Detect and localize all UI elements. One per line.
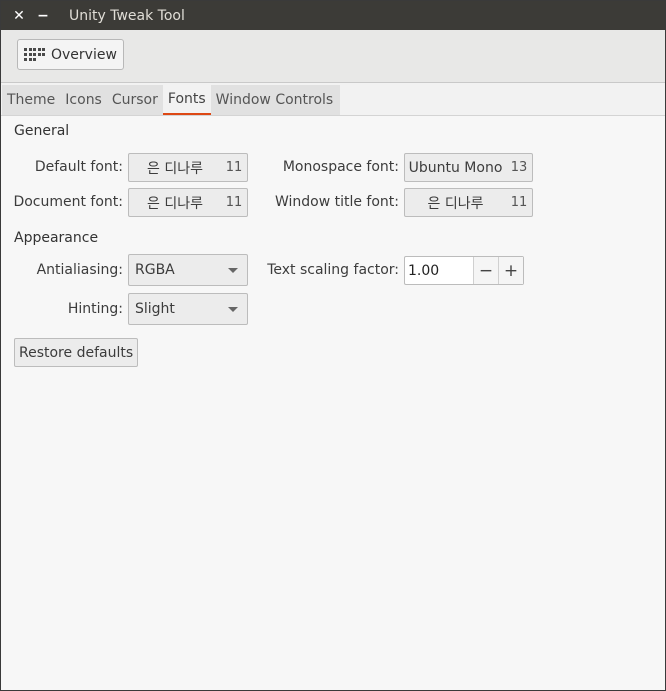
- tab-icons[interactable]: Icons: [60, 85, 107, 115]
- overview-button[interactable]: Overview: [17, 39, 124, 70]
- grid-icon: [24, 47, 46, 62]
- minimize-icon[interactable]: −: [33, 6, 53, 26]
- hinting-select[interactable]: Slight: [128, 293, 248, 325]
- hinting-value: Slight: [135, 301, 175, 317]
- increment-button[interactable]: +: [498, 257, 523, 284]
- toolbar: Overview: [1, 30, 665, 83]
- tab-fonts[interactable]: Fonts: [162, 85, 211, 115]
- tab-window-controls[interactable]: Window Controls: [211, 85, 339, 115]
- default-font-button[interactable]: 은 디나루 11: [128, 153, 248, 182]
- title-bar: ✕ − Unity Tweak Tool: [1, 1, 665, 30]
- monospace-font-size: 13: [510, 160, 528, 175]
- document-font-label: Document font:: [13, 194, 123, 210]
- document-font-size: 11: [225, 195, 243, 210]
- monospace-font-button[interactable]: Ubuntu Mono 13: [404, 153, 533, 182]
- tab-theme[interactable]: Theme: [2, 85, 60, 115]
- default-font-label: Default font:: [34, 159, 123, 175]
- default-font-size: 11: [225, 160, 243, 175]
- overview-label: Overview: [51, 46, 117, 63]
- default-font-name: 은 디나루: [147, 160, 203, 177]
- window-title-font-button[interactable]: 은 디나루 11: [404, 188, 533, 217]
- close-icon[interactable]: ✕: [9, 6, 29, 26]
- monospace-font-name: Ubuntu Mono: [408, 159, 503, 176]
- general-heading: General: [14, 123, 70, 139]
- chevron-down-icon: [228, 267, 238, 273]
- chevron-down-icon: [228, 306, 238, 312]
- tab-strip: Theme Icons Cursor Fonts Window Controls: [2, 85, 341, 115]
- window-title: Unity Tweak Tool: [69, 7, 185, 24]
- app-window: ✕ − Unity Tweak Tool Overview Theme Icons…: [0, 0, 666, 691]
- antialiasing-select[interactable]: RGBA: [128, 254, 248, 286]
- appearance-heading: Appearance: [14, 230, 99, 246]
- antialiasing-label: Antialiasing:: [36, 262, 123, 278]
- text-scaling-spinner[interactable]: 1.00 − +: [404, 256, 524, 285]
- antialiasing-value: RGBA: [135, 262, 175, 278]
- window-title-font-name: 은 디나루: [427, 195, 484, 212]
- document-font-button[interactable]: 은 디나루 11: [128, 188, 248, 217]
- decrement-button[interactable]: −: [473, 257, 498, 284]
- tab-bar: Theme Icons Cursor Fonts Window Controls: [1, 83, 665, 116]
- document-font-name: 은 디나루: [147, 195, 203, 212]
- text-scaling-label: Text scaling factor:: [267, 262, 399, 278]
- text-scaling-value[interactable]: 1.00: [405, 257, 473, 284]
- tab-cursor[interactable]: Cursor: [107, 85, 163, 115]
- window-title-font-size: 11: [510, 195, 528, 210]
- monospace-font-label: Monospace font:: [282, 159, 399, 175]
- window-title-font-label: Window title font:: [274, 194, 399, 210]
- restore-defaults-button[interactable]: Restore defaults: [14, 338, 139, 367]
- hinting-label: Hinting:: [67, 301, 123, 317]
